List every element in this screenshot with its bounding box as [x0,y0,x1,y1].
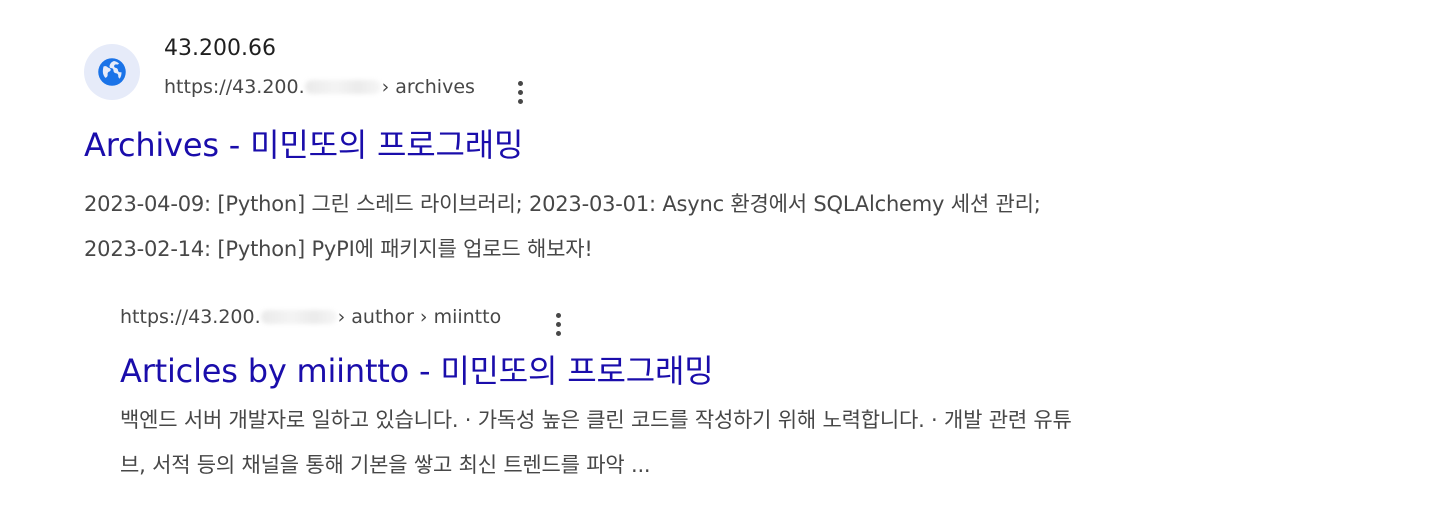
url-breadcrumb: › author › miintto [337,306,502,328]
snippet-line: 2023-02-14: [Python] PyPI에 패키지를 업로드 해보자! [84,237,593,261]
snippet-line: 백엔드 서버 개발자로 일하고 있습니다. · 가독성 높은 클린 코드를 작성… [120,408,1072,432]
display-url: https://43.200. › author › miintto [120,306,501,328]
url-prefix: https://43.200. [120,306,261,328]
result-snippet: 2023-04-09: [Python] 그린 스레드 라이브러리; 2023-… [84,182,1324,272]
site-favicon [84,44,140,100]
redacted-url-segment [304,80,381,94]
result-snippet: 백엔드 서버 개발자로 일하고 있습니다. · 가독성 높은 클린 코드를 작성… [120,398,1340,488]
more-vert-icon[interactable] [548,310,568,338]
result-source[interactable]: https://43.200. › author › miintto [120,300,1340,338]
snippet-line: 브, 서적 등의 채널을 통해 기본을 쌓고 최신 트렌드를 파악 ... [120,453,651,477]
redacted-url-segment [260,310,337,324]
search-results-page: 43.200.66 https://43.200. › archives Arch… [0,0,1440,528]
result-title-link[interactable]: Articles by miintto - 미민또의 프로그래밍 [120,346,1340,392]
site-name: 43.200.66 [164,36,276,61]
result-source[interactable]: 43.200.66 https://43.200. › archives [84,30,1324,110]
url-prefix: https://43.200. [164,76,305,98]
more-vert-icon[interactable] [510,78,530,106]
display-url: https://43.200. › archives [164,76,475,98]
url-breadcrumb: › archives [381,76,475,98]
globe-icon [98,58,126,86]
search-result: 43.200.66 https://43.200. › archives Arch… [84,30,1324,272]
snippet-line: 2023-04-09: [Python] 그린 스레드 라이브러리; 2023-… [84,192,1041,216]
search-result-indented: https://43.200. › author › miintto Articl… [120,300,1340,488]
result-title-link[interactable]: Archives - 미민또의 프로그래밍 [84,120,1324,166]
